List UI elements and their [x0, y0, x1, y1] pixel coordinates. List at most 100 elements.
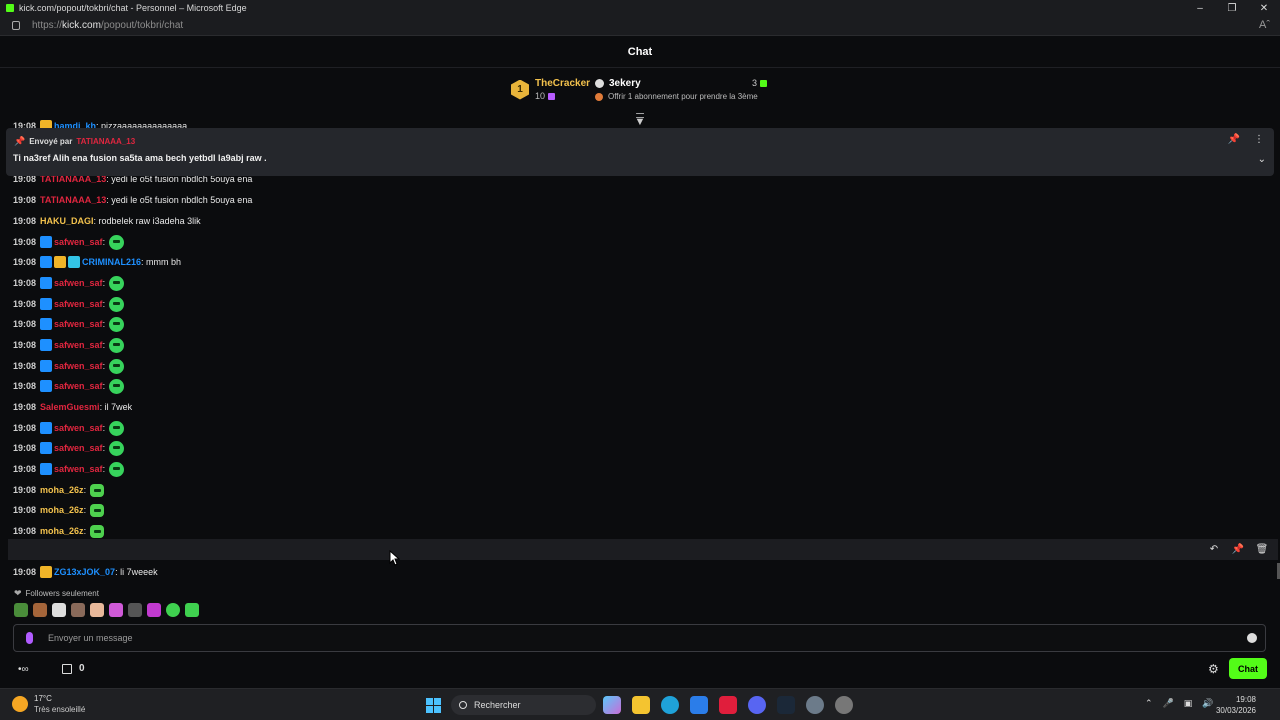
message-username[interactable]: moha_26z — [40, 505, 84, 515]
address-bar[interactable]: https:// kick.com /popout/tokbri/chat Aˆ — [0, 16, 1280, 36]
message-username[interactable]: CRIMINAL216 — [82, 257, 141, 267]
emote-icon[interactable] — [185, 603, 199, 617]
taskbar-search[interactable]: Rechercher — [451, 695, 596, 715]
message-text: : il 7wek — [99, 402, 133, 412]
chat-message[interactable]: 19:08 moha_26z: — [13, 521, 105, 541]
chat-message[interactable]: 19:08 ZG13xJOK_07: li 7weeek — [13, 562, 158, 582]
unpin-icon[interactable]: 📌 — [1228, 134, 1240, 145]
chat-message[interactable]: 19:08 safwen_saf: — [13, 376, 125, 396]
message-username[interactable]: HAKU_DAGI — [40, 216, 94, 226]
pinned-sender[interactable]: TATIANAAA_13 — [76, 137, 135, 146]
message-username[interactable]: safwen_saf — [54, 443, 103, 453]
message-placeholder: Envoyer un message — [48, 633, 133, 643]
message-username[interactable]: safwen_saf — [54, 423, 103, 433]
microphone-icon[interactable] — [26, 632, 33, 644]
taskbar-clock[interactable]: 19:08 30/03/2026 — [1216, 694, 1256, 716]
message-username[interactable]: ZG13xJOK_07 — [54, 567, 115, 577]
chat-message[interactable]: 19:08SalemGuesmi: il 7wek — [13, 397, 132, 417]
emote-icon[interactable] — [14, 603, 28, 617]
pinned-message[interactable]: 📌 Envoyé par TATIANAAA_13 Ti na3ref Alih… — [6, 128, 1274, 176]
emote-icon[interactable] — [33, 603, 47, 617]
emoji-picker-icon[interactable] — [1247, 633, 1257, 643]
restore-button[interactable]: ❐ — [1216, 0, 1248, 16]
reply-icon[interactable]: ↶ — [1202, 540, 1226, 558]
pin-icon[interactable]: 📌 — [1226, 540, 1250, 558]
read-aloud-icon[interactable]: Aˆ — [1259, 19, 1270, 31]
store-icon[interactable] — [690, 696, 708, 714]
weather-desc: Très ensoleillé — [34, 705, 86, 714]
minimize-button[interactable]: – — [1184, 0, 1216, 16]
emote-icon[interactable] — [109, 603, 123, 617]
edge-icon[interactable] — [661, 696, 679, 714]
message-username[interactable]: safwen_saf — [54, 237, 103, 247]
chat-message[interactable]: 19:08 safwen_saf: — [13, 438, 125, 458]
message-username[interactable]: safwen_saf — [54, 299, 103, 309]
channel-points-icon[interactable]: •∞ — [18, 664, 29, 675]
send-chat-button[interactable]: Chat — [1229, 658, 1267, 679]
message-time: 19:08 — [13, 340, 37, 350]
emote-icon — [109, 461, 125, 477]
chat-message[interactable]: 19:08 safwen_saf: — [13, 418, 125, 438]
microphone-tray-icon[interactable]: 🎤 — [1163, 698, 1174, 709]
message-username[interactable]: safwen_saf — [54, 464, 103, 474]
chat-message[interactable]: 19:08 safwen_saf: — [13, 273, 125, 293]
chat-message[interactable]: 19:08 moha_26z: — [13, 480, 105, 500]
user-badge-icon — [40, 360, 53, 372]
file-explorer-icon[interactable] — [632, 696, 650, 714]
copilot-icon[interactable] — [603, 696, 621, 714]
message-time: 19:08 — [13, 464, 37, 474]
points-counter[interactable]: 0 — [62, 663, 85, 674]
leaderboard-second-name: 3ekery — [609, 78, 641, 89]
network-icon[interactable]: ▣ — [1184, 698, 1193, 709]
weather-widget[interactable]: 17°C Très ensoleillé — [12, 694, 85, 714]
chat-message[interactable]: 19:08 safwen_saf: — [13, 459, 125, 479]
chat-message[interactable]: 19:08 moha_26z: — [13, 500, 105, 520]
emote-icon[interactable] — [147, 603, 161, 617]
more-options-icon[interactable]: ⋮ — [1254, 134, 1264, 145]
message-username[interactable]: safwen_saf — [54, 381, 103, 391]
gear-icon[interactable]: ⚙ — [1208, 662, 1219, 676]
chat-message[interactable]: 19:08 CRIMINAL216: mmm bh — [13, 252, 181, 272]
delete-icon[interactable]: 🗑 — [1250, 540, 1274, 558]
chat-message[interactable]: 19:08 HAKU_DAGI: rodbelek raw i3adeha 3li… — [13, 211, 201, 231]
emote-icon[interactable] — [52, 603, 66, 617]
chat-message[interactable]: 19:08 safwen_saf: — [13, 294, 125, 314]
message-username[interactable]: moha_26z — [40, 485, 84, 495]
message-username[interactable]: safwen_saf — [54, 340, 103, 350]
emote-icon[interactable] — [90, 603, 104, 617]
heart-icon: ❤ — [14, 588, 22, 598]
emote-icon[interactable] — [166, 603, 180, 617]
discord-icon[interactable] — [748, 696, 766, 714]
message-input[interactable]: Envoyer un message — [13, 624, 1266, 652]
message-username[interactable]: safwen_saf — [54, 361, 103, 371]
close-button[interactable]: ✕ — [1248, 0, 1280, 16]
leaderboard-first-count: 10 — [535, 91, 546, 101]
chat-message[interactable]: 19:08 safwen_saf: — [13, 335, 125, 355]
emote-icon — [109, 420, 125, 436]
chat-message[interactable]: 19:08 safwen_saf: — [13, 356, 125, 376]
chat-message[interactable]: 19:08 safwen_saf: — [13, 232, 125, 252]
settings-icon[interactable] — [806, 696, 824, 714]
message-time: 19:08 — [13, 402, 37, 412]
emote-icon[interactable] — [128, 603, 142, 617]
app-icon[interactable] — [835, 696, 853, 714]
window-title: kick.com/popout/tokbri/chat - Personnel … — [19, 3, 247, 13]
chat-message[interactable]: 19:08 TATIANAAA_13: yedi le o5t fusion nb… — [13, 190, 252, 210]
chevron-up-icon[interactable]: ⌃ — [1145, 698, 1153, 709]
pinned-header: 📌 Envoyé par TATIANAAA_13 — [14, 136, 135, 147]
leaderboard-second[interactable]: 3ekery Offrir 1 abonnement pour prendre … — [595, 78, 768, 101]
message-username[interactable]: SalemGuesmi — [40, 402, 100, 412]
leaderboard-first[interactable]: 1 TheCracker 10 — [511, 78, 590, 101]
adobe-icon[interactable] — [719, 696, 737, 714]
chevron-down-icon[interactable]: ⌄ — [1258, 154, 1266, 165]
steam-icon[interactable] — [777, 696, 795, 714]
message-username[interactable]: TATIANAAA_13 — [40, 195, 106, 205]
volume-icon[interactable]: 🔊 — [1202, 698, 1213, 709]
emote-icon[interactable] — [71, 603, 85, 617]
chat-message[interactable]: 19:08 safwen_saf: — [13, 314, 125, 334]
message-username[interactable]: safwen_saf — [54, 278, 103, 288]
message-time: 19:08 — [13, 195, 37, 205]
message-username[interactable]: safwen_saf — [54, 319, 103, 329]
windows-start-icon[interactable] — [426, 698, 441, 713]
message-username[interactable]: moha_26z — [40, 526, 84, 536]
